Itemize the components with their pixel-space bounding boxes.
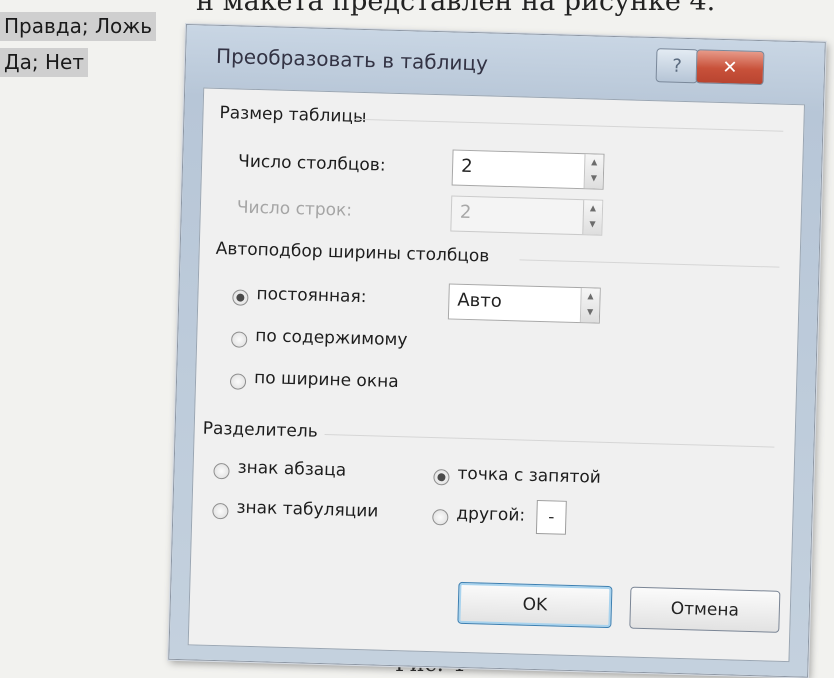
autofit-content-radio[interactable] [230,331,248,348]
columns-spinner[interactable]: 2 ▲ ▼ [451,149,605,190]
other-separator-input[interactable]: - [535,499,567,535]
ok-button[interactable]: OK [457,581,613,629]
close-button[interactable]: ✕ [695,49,765,86]
autofit-window-label[interactable]: по ширине окна [254,368,399,392]
group-divider [353,118,784,132]
cancel-button[interactable]: Отмена [629,586,781,633]
fixed-width-radio[interactable] [232,289,249,306]
paragraph-mark-label[interactable]: знак абзаца [237,458,346,481]
help-icon: ? [671,55,683,77]
semicolon-radio[interactable] [433,469,450,486]
fixed-width-spinner[interactable]: Авто ▲ ▼ [447,283,601,324]
page-text-top: н макета представлен на рисунке 4. [196,0,716,17]
help-button[interactable]: ? [655,48,699,84]
autofit-heading: Автоподбор ширины столбцов [215,238,490,267]
selected-text-line-1: Правда; Ложь [0,12,157,41]
tab-char-label[interactable]: знак табуляции [236,498,378,522]
columns-label: Число столбцов: [237,151,386,176]
paragraph-mark-radio[interactable] [213,462,230,480]
autofit-window-radio[interactable] [229,373,247,390]
selected-text-line-2: Да; Нет [0,48,88,77]
rows-value: 2 [459,201,472,224]
dialog-title: Преобразовать в таблицу [215,43,489,76]
other-separator-radio[interactable] [432,509,449,526]
dialog-client-area: Размер таблицы Число столбцов: 2 ▲ ▼ Числ… [187,87,805,663]
other-separator-label[interactable]: другой: [456,504,525,526]
group-divider [324,434,775,448]
rows-spinner: 2 ▲ ▼ [450,195,604,236]
close-icon: ✕ [722,56,738,78]
group-divider [519,259,780,268]
convert-to-table-dialog: Преобразовать в таблицу ? ✕ Размер табли… [168,24,826,678]
spin-arrows-icon[interactable]: ▲ ▼ [579,288,600,323]
spin-arrows-icon[interactable]: ▲ ▼ [583,154,604,189]
rows-label: Число строк: [236,197,353,221]
fixed-width-label[interactable]: постоянная: [256,284,367,307]
table-size-heading: Размер таблицы [219,102,367,128]
spin-arrows-icon: ▲ ▼ [582,200,603,235]
semicolon-label[interactable]: точка с запятой [457,464,601,488]
fixed-width-value: Авто [457,289,503,312]
autofit-content-label[interactable]: по содержимому [255,326,408,350]
separator-heading: Разделитель [202,418,319,442]
columns-value: 2 [460,155,473,178]
tab-char-radio[interactable] [212,502,229,520]
